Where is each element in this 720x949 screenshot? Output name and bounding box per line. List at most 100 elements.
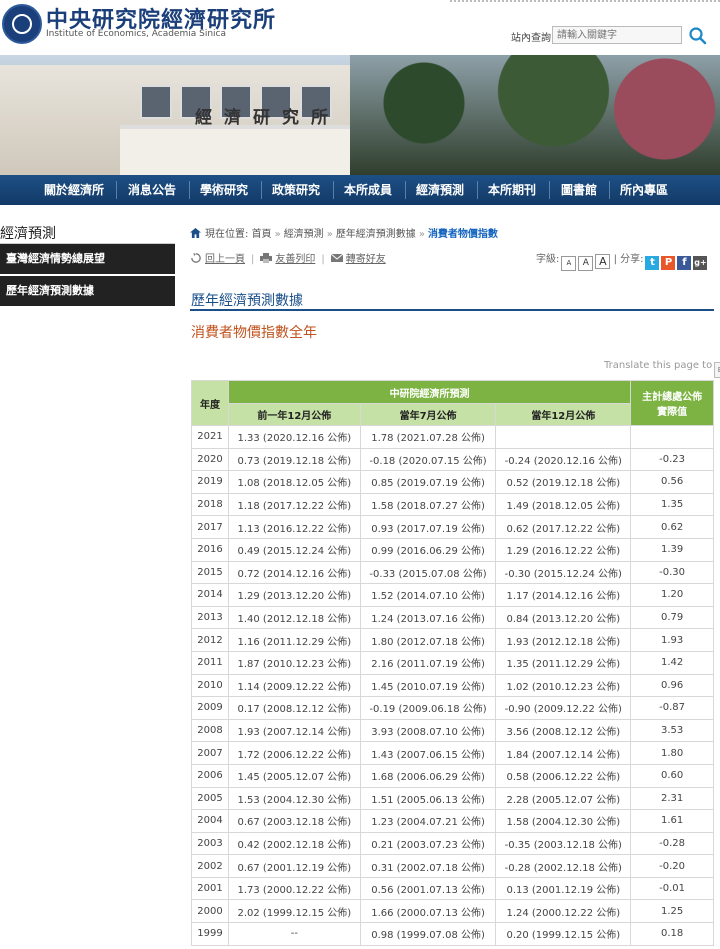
nav-about[interactable]: 關於經濟所 bbox=[36, 175, 112, 205]
mail-link[interactable]: 轉寄好友 bbox=[346, 254, 386, 265]
table-row: 2012 1.16 (2011.12.29 公佈) 1.80 (2012.07.18… bbox=[191, 628, 714, 652]
dec-cell: -0.24 (2020.12.16 公佈) bbox=[495, 447, 632, 472]
jul-cell: 0.99 (2016.06.29 公佈) bbox=[359, 537, 497, 562]
actual-cell: 0.60 bbox=[630, 763, 714, 788]
jul-cell: 0.31 (2002.07.18 公佈) bbox=[359, 854, 497, 878]
nav-divider bbox=[189, 181, 190, 199]
breadcrumb-separator: » bbox=[326, 229, 333, 240]
jul-cell: 0.21 (2003.07.23 公佈) bbox=[359, 831, 497, 856]
section-divider bbox=[190, 309, 714, 311]
nav-policy[interactable]: 政策研究 bbox=[264, 175, 328, 205]
year-cell: 2019 bbox=[191, 470, 229, 494]
font-medium-button[interactable]: A bbox=[578, 256, 594, 271]
translate-icon[interactable]: En bbox=[714, 362, 720, 378]
prev-dec-cell: 1.14 (2009.12.22 公佈) bbox=[227, 673, 361, 698]
table-body: 2021 1.33 (2020.12.16 公佈) 1.78 (2021.07.28… bbox=[191, 425, 714, 946]
year-header: 年度 bbox=[191, 380, 229, 426]
page-tools: 回上一頁 | 友善列印 | 轉寄好友 bbox=[190, 250, 386, 265]
nav-members[interactable]: 本所成員 bbox=[336, 175, 400, 205]
nav-library[interactable]: 圖書館 bbox=[552, 175, 606, 205]
year-cell: 2008 bbox=[191, 718, 229, 743]
year-cell: 2001 bbox=[191, 876, 229, 901]
search-input[interactable] bbox=[552, 26, 682, 44]
top-links bbox=[450, 0, 720, 7]
jul-cell: 0.93 (2017.07.19 公佈) bbox=[359, 515, 497, 539]
breadcrumb-forecast[interactable]: 經濟預測 bbox=[284, 229, 324, 240]
nav-divider bbox=[116, 181, 117, 199]
prev-dec-cell: 1.40 (2012.12.18 公佈) bbox=[227, 605, 361, 630]
prev-dec-cell: 0.67 (2001.12.19 公佈) bbox=[227, 854, 361, 878]
back-icon bbox=[191, 253, 201, 263]
back-link[interactable]: 回上一頁 bbox=[205, 254, 245, 265]
dec-cell: 1.24 (2000.12.22 公佈) bbox=[495, 899, 632, 924]
nav-divider bbox=[477, 181, 478, 199]
actual-cell: -0.28 bbox=[630, 831, 714, 856]
breadcrumb: 現在位置: 首頁» 經濟預測» 歷年經濟預測數據» 消費者物價指數 bbox=[190, 225, 498, 240]
year-cell: 2015 bbox=[191, 560, 229, 585]
actual-cell: 1.35 bbox=[630, 492, 714, 517]
nav-research[interactable]: 學術研究 bbox=[192, 175, 256, 205]
prev-dec-cell: -- bbox=[227, 922, 361, 946]
prev-dec-cell: 0.72 (2014.12.16 公佈) bbox=[227, 560, 361, 585]
font-large-button[interactable]: A bbox=[595, 254, 611, 269]
trees-image bbox=[350, 55, 720, 175]
year-cell: 2010 bbox=[191, 673, 229, 698]
actual-cell: 0.79 bbox=[630, 605, 714, 630]
dec-cell: 0.62 (2017.12.22 公佈) bbox=[495, 515, 632, 539]
table-row: 2007 1.72 (2006.12.22 公佈) 1.43 (2007.06.15… bbox=[191, 741, 714, 765]
actual-cell: 1.42 bbox=[630, 650, 714, 675]
nav-forecast[interactable]: 經濟預測 bbox=[408, 175, 472, 205]
breadcrumb-historical[interactable]: 歷年經濟預測數據 bbox=[336, 229, 416, 240]
prev-dec-header: 前一年12月公佈 bbox=[227, 403, 361, 426]
section-title: 歷年經濟預測數據 bbox=[191, 293, 303, 309]
facebook-icon[interactable]: f bbox=[677, 256, 692, 270]
table-row: 2019 1.08 (2018.12.05 公佈) 0.85 (2019.07.19… bbox=[191, 470, 714, 494]
actual-cell: 0.18 bbox=[630, 922, 714, 946]
table-row: 2008 1.93 (2007.12.14 公佈) 3.93 (2008.07.10… bbox=[191, 718, 714, 743]
window bbox=[140, 85, 172, 119]
table-row: 2001 1.73 (2000.12.22 公佈) 0.56 (2001.07.13… bbox=[191, 876, 714, 901]
dec-cell: -0.28 (2002.12.18 公佈) bbox=[495, 854, 632, 878]
prev-dec-cell: 1.87 (2010.12.23 公佈) bbox=[227, 650, 361, 675]
actual-cell: -0.87 bbox=[630, 696, 714, 720]
nav-divider bbox=[333, 181, 334, 199]
table-row: 2014 1.29 (2013.12.20 公佈) 1.52 (2014.07.10… bbox=[191, 583, 714, 607]
actual-cell: 1.25 bbox=[630, 899, 714, 924]
sidebar-item-outlook[interactable]: 臺灣經濟情勢總展望 bbox=[0, 244, 175, 274]
jul-cell: 1.51 (2005.06.13 公佈) bbox=[359, 786, 497, 811]
prev-dec-cell: 1.53 (2004.12.30 公佈) bbox=[227, 786, 361, 811]
actual-cell: 0.56 bbox=[630, 470, 714, 494]
search-icon[interactable] bbox=[688, 26, 708, 46]
print-icon bbox=[260, 253, 273, 263]
actual-cell: 1.93 bbox=[630, 628, 714, 652]
table-row: 2006 1.45 (2005.12.07 公佈) 1.68 (2006.06.29… bbox=[191, 763, 714, 788]
academia-sinica-seal-icon[interactable] bbox=[2, 4, 42, 44]
share-label: | 分享: bbox=[613, 254, 644, 265]
nav-news[interactable]: 消息公告 bbox=[120, 175, 184, 205]
font-small-button[interactable]: A bbox=[561, 256, 577, 271]
year-cell: 2006 bbox=[191, 763, 229, 788]
plurk-icon[interactable]: P bbox=[661, 256, 676, 270]
year-cell: 2007 bbox=[191, 741, 229, 765]
print-link[interactable]: 友善列印 bbox=[275, 254, 315, 265]
year-cell: 2021 bbox=[191, 425, 229, 449]
translate-widget[interactable]: Translate this page toEn bbox=[604, 360, 720, 378]
jul-cell: 0.85 (2019.07.19 公佈) bbox=[359, 470, 497, 494]
year-cell: 2014 bbox=[191, 583, 229, 607]
breadcrumb-home[interactable]: 首頁 bbox=[252, 229, 272, 240]
nav-divider bbox=[261, 181, 262, 199]
nav-internal[interactable]: 所內專區 bbox=[612, 175, 676, 205]
sidebar-title: 經濟預測 bbox=[0, 226, 56, 242]
dec-cell: 0.13 (2001.12.19 公佈) bbox=[495, 876, 632, 901]
jul-cell: 1.24 (2013.07.16 公佈) bbox=[359, 605, 497, 630]
jul-cell: 0.56 (2001.07.13 公佈) bbox=[359, 876, 497, 901]
sidebar-item-historical-forecast[interactable]: 歷年經濟預測數據 bbox=[0, 276, 175, 306]
main-nav: 關於經濟所 消息公告 學術研究 政策研究 本所成員 經濟預測 本所期刊 圖書館 … bbox=[0, 175, 720, 205]
prev-dec-cell: 1.93 (2007.12.14 公佈) bbox=[227, 718, 361, 743]
jul-cell: -0.33 (2015.07.08 公佈) bbox=[359, 560, 497, 585]
twitter-icon[interactable]: t bbox=[645, 256, 660, 270]
google-plus-icon[interactable]: g+ bbox=[693, 256, 708, 270]
nav-divider bbox=[609, 181, 610, 199]
dec-cell: 1.17 (2014.12.16 公佈) bbox=[495, 583, 632, 607]
nav-journal[interactable]: 本所期刊 bbox=[480, 175, 544, 205]
